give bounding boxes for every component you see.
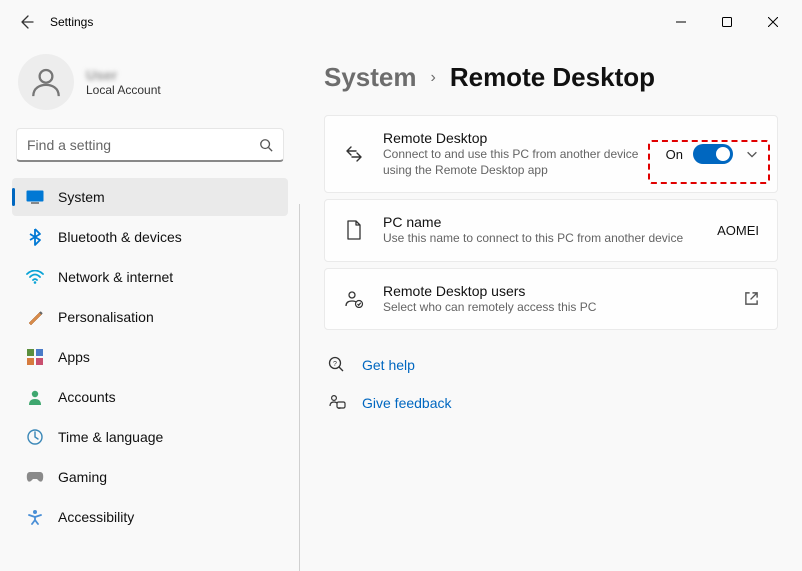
- bluetooth-icon: [26, 228, 44, 246]
- card-title: PC name: [383, 214, 699, 230]
- nav-label: Bluetooth & devices: [58, 229, 182, 245]
- breadcrumb-current: Remote Desktop: [450, 62, 655, 93]
- avatar: [18, 54, 74, 110]
- breadcrumb-parent[interactable]: System: [324, 62, 417, 93]
- person-icon: [29, 65, 63, 99]
- nav-label: System: [58, 189, 105, 205]
- user-sub: Local Account: [86, 83, 161, 97]
- svg-text:?: ?: [333, 361, 337, 368]
- card-pc-name[interactable]: PC name Use this name to connect to this…: [324, 199, 778, 261]
- nav-label: Network & internet: [58, 269, 173, 285]
- system-icon: [26, 188, 44, 206]
- get-help-link[interactable]: ? Get help: [324, 350, 778, 380]
- card-sub: Connect to and use this PC from another …: [383, 146, 648, 178]
- sidebar-item-bluetooth[interactable]: Bluetooth & devices: [12, 218, 288, 256]
- card-sub: Use this name to connect to this PC from…: [383, 230, 699, 246]
- accessibility-icon: [26, 508, 44, 526]
- paintbrush-icon: [26, 308, 44, 326]
- sidebar-item-personalisation[interactable]: Personalisation: [12, 298, 288, 336]
- wifi-icon: [26, 268, 44, 286]
- give-feedback-link[interactable]: Give feedback: [324, 388, 778, 418]
- clock-globe-icon: [26, 428, 44, 446]
- titlebar: Settings: [0, 0, 802, 44]
- sidebar-item-time[interactable]: Time & language: [12, 418, 288, 456]
- sidebar-divider: [299, 204, 300, 571]
- nav-list: System Bluetooth & devices Network & int…: [10, 176, 290, 548]
- sidebar-item-gaming[interactable]: Gaming: [12, 458, 288, 496]
- nav-label: Time & language: [58, 429, 163, 445]
- open-external-icon: [744, 291, 759, 306]
- main-content: System › Remote Desktop Remote Desktop C…: [300, 44, 802, 571]
- chevron-down-icon[interactable]: [745, 147, 759, 161]
- search-box[interactable]: [16, 128, 284, 162]
- search-input[interactable]: [27, 137, 259, 153]
- accounts-icon: [26, 388, 44, 406]
- breadcrumb: System › Remote Desktop: [324, 62, 778, 93]
- sidebar-item-apps[interactable]: Apps: [12, 338, 288, 376]
- remote-icon: [343, 144, 365, 164]
- maximize-icon: [722, 17, 732, 27]
- feedback-icon: [328, 394, 346, 412]
- sidebar: User Local Account System Bluetooth & de…: [0, 44, 300, 571]
- card-title: Remote Desktop: [383, 130, 648, 146]
- remote-toggle[interactable]: [693, 144, 733, 164]
- minimize-button[interactable]: [658, 7, 704, 37]
- document-icon: [343, 220, 365, 240]
- remote-toggle-wrap: On: [666, 144, 733, 164]
- help-icon: ?: [328, 356, 346, 374]
- user-block[interactable]: User Local Account: [10, 44, 290, 128]
- link-label: Get help: [362, 357, 415, 373]
- apps-icon: [26, 348, 44, 366]
- sidebar-item-system[interactable]: System: [12, 178, 288, 216]
- user-name: User: [86, 67, 161, 83]
- chevron-right-icon: ›: [431, 69, 436, 87]
- nav-label: Apps: [58, 349, 90, 365]
- link-label: Give feedback: [362, 395, 452, 411]
- nav-label: Gaming: [58, 469, 107, 485]
- search-icon: [259, 138, 273, 152]
- back-button[interactable]: [6, 4, 46, 40]
- users-icon: [343, 290, 365, 308]
- sidebar-item-accounts[interactable]: Accounts: [12, 378, 288, 416]
- window-title: Settings: [50, 15, 93, 29]
- card-remote-desktop[interactable]: Remote Desktop Connect to and use this P…: [324, 115, 778, 193]
- sidebar-item-network[interactable]: Network & internet: [12, 258, 288, 296]
- nav-label: Accounts: [58, 389, 116, 405]
- card-sub: Select who can remotely access this PC: [383, 299, 726, 315]
- nav-label: Accessibility: [58, 509, 134, 525]
- close-button[interactable]: [750, 7, 796, 37]
- sidebar-item-accessibility[interactable]: Accessibility: [12, 498, 288, 536]
- minimize-icon: [676, 17, 686, 27]
- arrow-left-icon: [18, 14, 34, 30]
- pc-name-value: AOMEI: [717, 223, 759, 238]
- card-remote-users[interactable]: Remote Desktop users Select who can remo…: [324, 268, 778, 330]
- gaming-icon: [26, 468, 44, 486]
- maximize-button[interactable]: [704, 7, 750, 37]
- card-title: Remote Desktop users: [383, 283, 726, 299]
- nav-label: Personalisation: [58, 309, 154, 325]
- close-icon: [768, 17, 778, 27]
- toggle-label: On: [666, 147, 683, 162]
